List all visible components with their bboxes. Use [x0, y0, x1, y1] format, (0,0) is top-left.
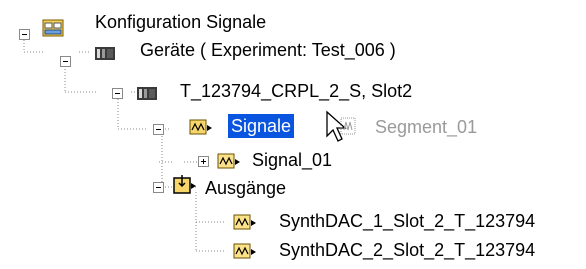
tree-item-label-root[interactable]: Konfiguration Signale — [95, 10, 266, 34]
signal-config-tree: Konfiguration Signale Geräte ( Experimen… — [0, 0, 586, 269]
collapse-toggle-device[interactable] — [112, 88, 123, 99]
output-signal-icon — [233, 214, 256, 230]
device-icon — [95, 47, 115, 60]
tree-item-label-signal-01[interactable]: Signal_01 — [252, 148, 332, 172]
tree-item-label-out1[interactable]: SynthDAC_1_Slot_2_T_123794 — [279, 209, 535, 233]
signal-icon — [217, 153, 240, 169]
drag-cursor-icon — [326, 110, 356, 142]
tree-item-label-out2[interactable]: SynthDAC_2_Slot_2_T_123794 — [279, 238, 535, 262]
expand-toggle-signal-01[interactable] — [198, 156, 209, 167]
tree-item-label-device[interactable]: T_123794_CRPL_2_S, Slot2 — [180, 79, 412, 103]
device-icon — [137, 87, 157, 100]
outputs-folder-icon — [173, 175, 196, 194]
tree-item-label-outputs[interactable]: Ausgänge — [205, 176, 286, 200]
config-panel-icon — [42, 19, 64, 37]
collapse-toggle-outputs[interactable] — [153, 182, 164, 193]
tree-item-label-devices[interactable]: Geräte ( Experiment: Test_006 ) — [140, 38, 396, 62]
drag-ghost-label: Segment_01 — [375, 117, 478, 137]
collapse-toggle-root[interactable] — [19, 29, 30, 40]
collapse-toggle-devices[interactable] — [60, 56, 71, 67]
signal-folder-icon — [189, 119, 212, 135]
collapse-toggle-signals[interactable] — [153, 124, 164, 135]
output-signal-icon — [233, 243, 256, 259]
tree-item-label-signals[interactable]: Signale — [228, 114, 295, 138]
